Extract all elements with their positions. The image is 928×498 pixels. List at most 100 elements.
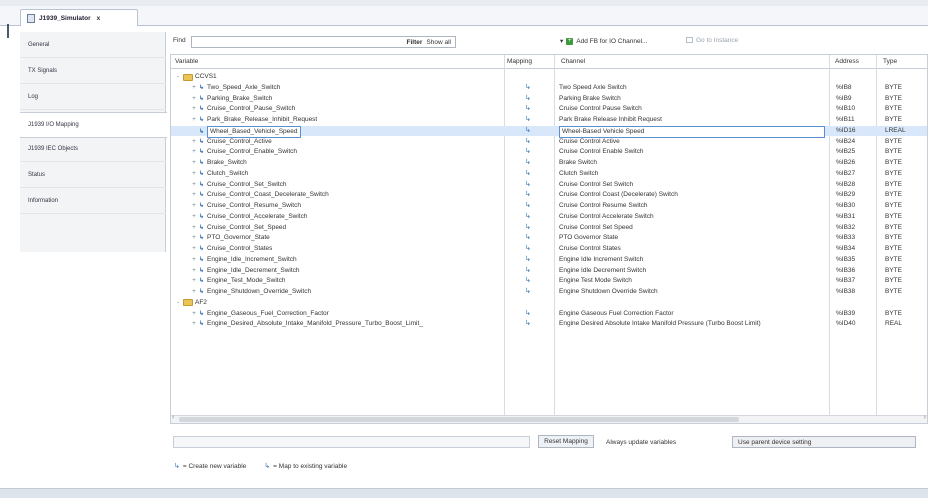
scroll-right-icon[interactable]: › [924,414,926,421]
expand-icon[interactable]: + [191,276,197,286]
table-row[interactable]: + ↳ Park_Brake_Release_Inhibit_Request ↳ Par… [171,115,927,125]
sidebar-item[interactable]: General [20,32,166,58]
expand-icon[interactable]: + [191,244,197,254]
variable-name[interactable]: Cruise_Control_Enable_Switch [207,147,297,157]
scroll-left-icon[interactable]: ‹ [172,414,174,421]
variable-cell[interactable]: + ↳ Cruise_Control_Set_Speed [191,223,286,233]
variable-cell[interactable]: + ↳ Cruise_Control_Coast_Decelerate_Switch [191,190,329,200]
mapping-cell[interactable]: ↳ [525,276,531,286]
variable-cell[interactable]: + ↳ Cruise_Control_Accelerate_Switch [191,212,307,222]
table-row[interactable]: + ↳ Cruise_Control_Accelerate_Switch ↳ Cruis… [171,212,927,222]
table-row[interactable]: + ↳ Cruise_Control_Pause_Switch ↳ Cruise Con… [171,104,927,114]
mapping-cell[interactable]: ↳ [525,309,531,319]
mapping-cell[interactable]: ↳ [525,266,531,276]
table-row[interactable]: + ↳ Cruise_Control_Resume_Switch ↳ Cruise Co… [171,201,927,211]
variable-name[interactable]: Cruise_Control_Accelerate_Switch [207,212,307,222]
mapping-cell[interactable]: ↳ [525,169,531,179]
variable-name[interactable]: PTO_Governor_State [207,233,270,243]
expand-icon[interactable]: + [191,115,197,125]
variable-name[interactable]: Cruise_Control_States [207,244,272,254]
variable-name[interactable]: Parking_Brake_Switch [207,94,272,104]
variable-name[interactable]: Engine_Shutdown_Override_Switch [207,287,311,297]
variable-cell[interactable]: + ↳ PTO_Governor_State [191,233,270,243]
mapping-cell[interactable]: ↳ [525,137,531,147]
expand-icon[interactable]: + [191,190,197,200]
table-row[interactable]: + ↳ Cruise_Control_States ↳ Cruise Control S… [171,244,927,254]
variable-cell[interactable]: + ↳ Parking_Brake_Switch [191,94,272,104]
variable-name[interactable]: Cruise_Control_Active [207,137,272,147]
variable-name[interactable]: Cruise_Control_Pause_Switch [207,104,295,114]
group-row[interactable]: - AF2 [171,298,927,308]
variable-cell[interactable]: + ↳ Engine_Desired_Absolute_Intake_Manifol… [191,319,423,329]
variable-cell[interactable]: + ↳ Cruise_Control_Pause_Switch [191,104,295,114]
always-update-select[interactable]: Use parent device setting [732,436,916,448]
mapping-cell[interactable]: ↳ [525,190,531,200]
filter-select[interactable]: Show all [426,39,451,46]
column-header-variable[interactable]: Variable [175,58,198,65]
table-row[interactable]: + ↳ Engine_Gaseous_Fuel_Correction_Factor ↳… [171,309,927,319]
description-field[interactable] [173,436,530,448]
table-row[interactable]: + ↳ Cruise_Control_Enable_Switch ↳ Cruise Co… [171,147,927,157]
variable-name[interactable]: Engine_Gaseous_Fuel_Correction_Factor [207,309,329,319]
variable-cell[interactable]: + ↳ Engine_Idle_Increment_Switch [191,255,296,265]
table-row[interactable]: + ↳ Cruise_Control_Active ↳ Cruise Control A… [171,137,927,147]
expand-icon[interactable]: + [191,266,197,276]
expand-icon[interactable]: + [191,212,197,222]
variable-name[interactable]: Cruise_Control_Set_Switch [207,180,286,190]
mapping-cell[interactable]: ↳ [525,83,531,93]
variable-cell[interactable]: + ↳ Clutch_Switch [191,169,248,179]
variable-name[interactable]: Cruise_Control_Set_Speed [207,223,286,233]
variable-name[interactable]: Cruise_Control_Coast_Decelerate_Switch [207,190,329,200]
table-row[interactable]: + ↳ Engine_Idle_Increment_Switch ↳ Engine Id… [171,255,927,265]
expand-icon[interactable]: + [191,255,197,265]
mapping-cell[interactable]: ↳ [525,104,531,114]
variable-name[interactable]: Two_Speed_Axle_Switch [207,83,280,93]
expand-icon[interactable]: + [191,104,197,114]
scrollbar-thumb[interactable] [179,417,739,422]
variable-name[interactable]: Cruise_Control_Resume_Switch [207,201,301,211]
variable-cell[interactable]: + ↳ Cruise_Control_Active [191,137,272,147]
variable-cell[interactable]: + ↳ Engine_Shutdown_Override_Switch [191,287,311,297]
collapse-icon[interactable]: - [175,298,181,308]
find-input[interactable]: Filter Show all [191,36,456,48]
expand-icon[interactable]: + [191,309,197,319]
table-row[interactable]: + ↳ Engine_Desired_Absolute_Intake_Manifol… [171,319,927,329]
table-row[interactable]: + ↳ Brake_Switch ↳ Brake Switch %IB26 BYTE [171,158,927,168]
mapping-cell[interactable]: ↳ [525,201,531,211]
expand-icon[interactable]: + [191,169,197,179]
mapping-cell[interactable]: ↳ [525,158,531,168]
editor-tab[interactable]: J1939_Simulator x [20,9,138,26]
variable-cell[interactable]: + ↳ Cruise_Control_States [191,244,272,254]
sidebar-item[interactable]: J1939 IEC Objects [20,136,166,162]
variable-cell[interactable]: + ↳ Two_Speed_Axle_Switch [191,83,280,93]
variable-cell[interactable]: + ↳ Engine_Test_Mode_Switch [191,276,285,286]
column-header-address[interactable]: Address [835,58,859,65]
sidebar-item[interactable]: Status [20,162,166,188]
expand-icon[interactable]: + [191,158,197,168]
table-row[interactable]: + ↳ PTO_Governor_State ↳ PTO Governor State%… [171,233,927,243]
group-row[interactable]: - CCVS1 [171,72,927,82]
variable-name[interactable]: Engine_Desired_Absolute_Intake_Manifold_… [207,319,423,329]
expand-icon[interactable]: + [191,94,197,104]
variable-name[interactable]: Engine_Test_Mode_Switch [207,276,285,286]
mapping-cell[interactable]: ↳ [525,244,531,254]
mapping-cell[interactable]: ↳ [525,233,531,243]
expand-icon[interactable]: + [191,319,197,329]
mapping-cell[interactable]: ↳ [525,180,531,190]
table-row[interactable]: + ↳ Cruise_Control_Coast_Decelerate_Switch… [171,190,927,200]
expand-icon[interactable]: + [191,180,197,190]
collapse-icon[interactable]: - [175,72,181,82]
variable-cell[interactable]: + ↳ Cruise_Control_Enable_Switch [191,147,297,157]
mapping-cell[interactable]: ↳ [525,212,531,222]
variable-cell[interactable]: + ↳ Cruise_Control_Set_Switch [191,180,286,190]
sidebar-item[interactable]: Information [20,188,166,214]
sidebar-item[interactable]: J1939 I/O Mapping [20,112,168,138]
mapping-cell[interactable]: ↳ [525,94,531,104]
expand-icon[interactable]: + [191,147,197,157]
sidebar-item[interactable]: Log [20,84,166,110]
variable-name[interactable]: Park_Brake_Release_Inhibit_Request [207,115,317,125]
variable-cell[interactable]: + ↳ Cruise_Control_Resume_Switch [191,201,301,211]
table-row[interactable]: + ↳ Two_Speed_Axle_Switch ↳ Two Speed Axle S… [171,83,927,93]
mapping-cell[interactable]: ↳ [525,126,531,136]
mapping-cell[interactable]: ↳ [525,255,531,265]
